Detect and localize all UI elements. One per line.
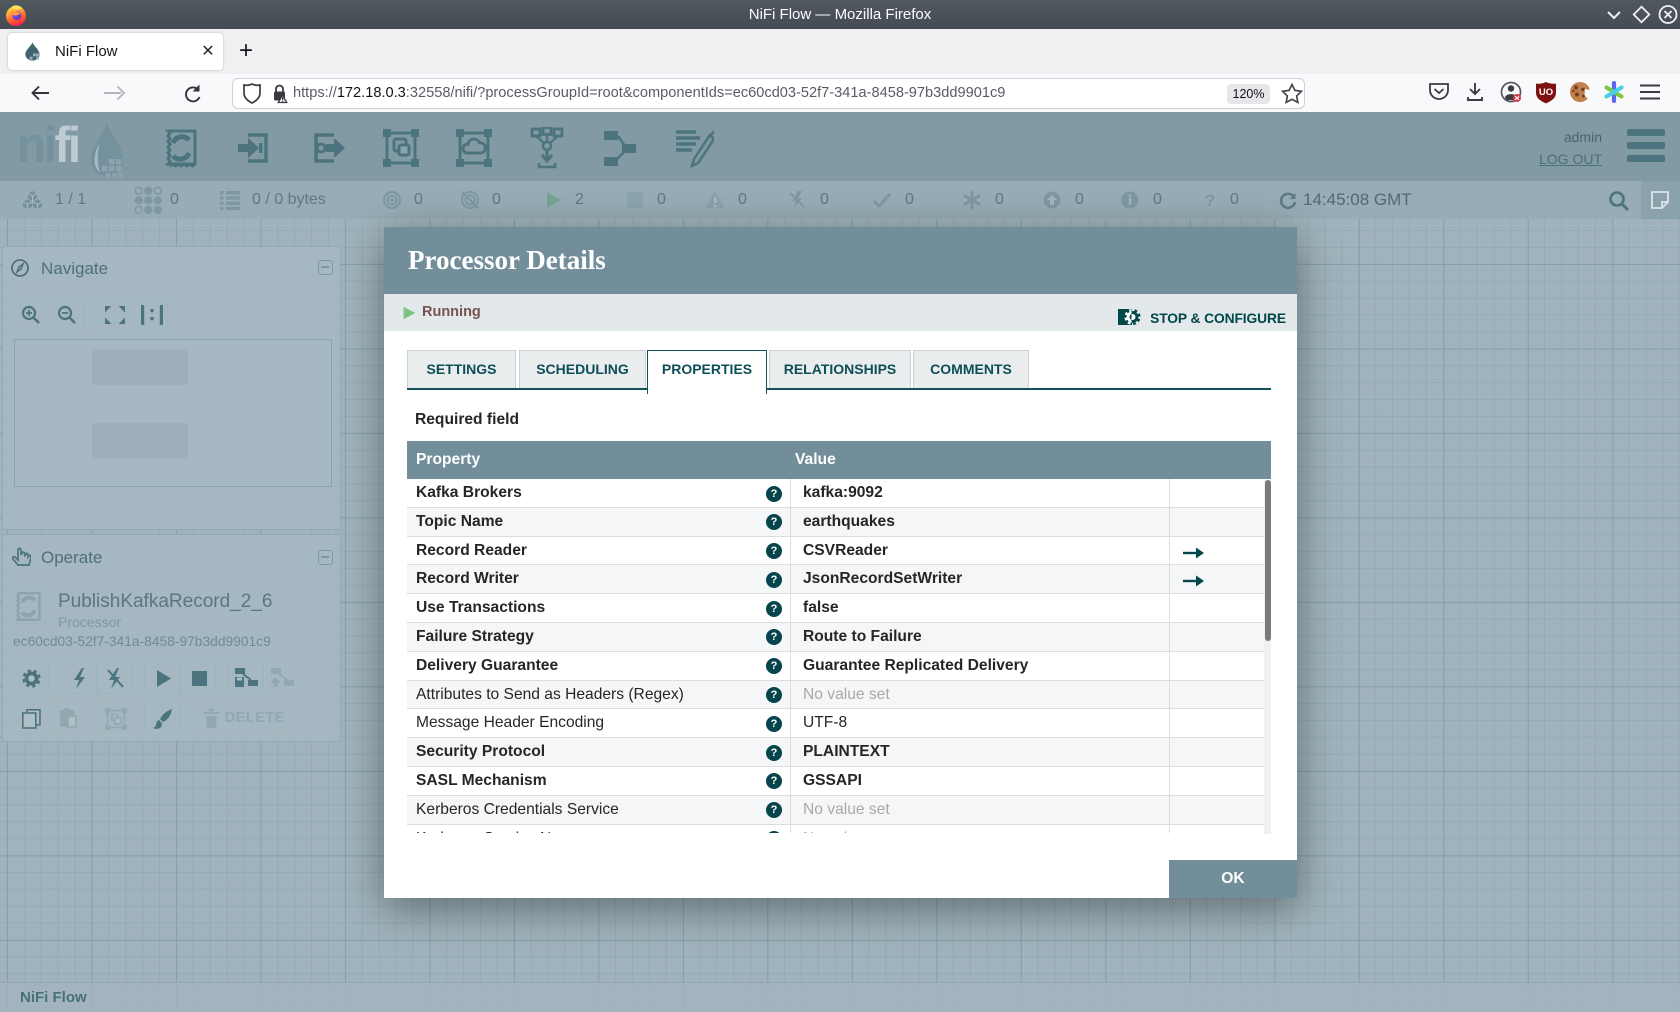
svg-text:UO: UO: [1539, 87, 1553, 98]
svg-text:?: ?: [1205, 191, 1215, 210]
